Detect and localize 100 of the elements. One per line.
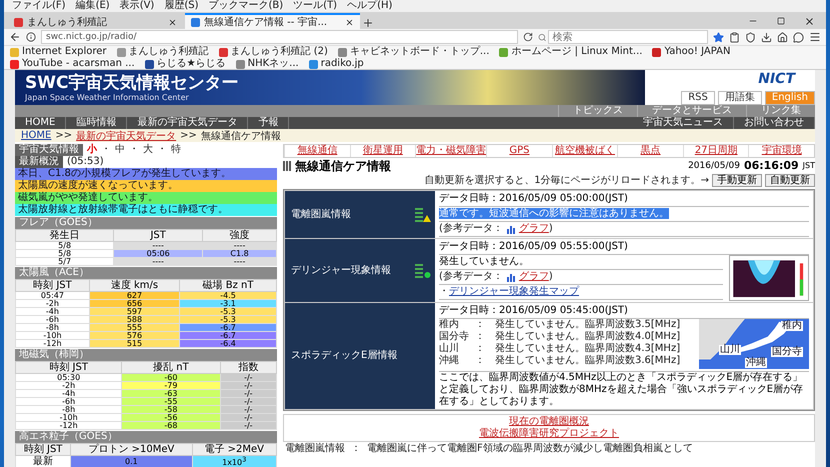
bullet-text: ・	[439, 286, 449, 298]
column-header: 擾乱 nT	[122, 362, 220, 374]
search-field[interactable]: 検索	[548, 30, 708, 44]
font-size-link[interactable]: 中	[115, 144, 125, 156]
column-header: 時刻 JST	[16, 362, 122, 374]
bookmark-link[interactable]: ホームページ | Linux Mint...	[511, 46, 642, 58]
font-size-link[interactable]: 小	[87, 144, 97, 156]
separator-text: ・	[157, 144, 167, 156]
reload-button[interactable]	[523, 32, 533, 42]
bookmark-link[interactable]: キャビネットボード・トップ...	[350, 46, 490, 58]
category-link[interactable]: 衛星運用	[350, 145, 416, 157]
site-logo: NICT	[758, 71, 797, 87]
font-size-link[interactable]: 特	[171, 144, 181, 156]
favicon-icon	[116, 48, 126, 56]
search-icon[interactable]	[538, 32, 546, 42]
alert-message: 本日、C1.8の小規模フレアが発生しています。	[15, 168, 277, 180]
clipboard-icon[interactable]	[729, 32, 740, 42]
close-icon[interactable]	[804, 16, 814, 26]
update-button[interactable]: 自動更新	[765, 174, 815, 187]
related-link[interactable]: 電波伝搬障害研究プロジェクト	[479, 428, 619, 440]
column-header: プロトン >10MeV	[70, 444, 192, 456]
category-link[interactable]: 黒点	[617, 145, 683, 157]
menu-item[interactable]: 表示(V)	[116, 0, 158, 12]
chat-icon[interactable]	[793, 32, 804, 42]
close-icon[interactable]	[168, 18, 177, 26]
map-label: 国分寺	[771, 347, 803, 357]
favicon-icon	[308, 60, 318, 68]
font-size-link[interactable]: 大	[143, 144, 153, 156]
breadcrumb-link[interactable]: HOME	[21, 130, 52, 141]
bookmark-link[interactable]: まんしゅう利殖記	[128, 46, 209, 58]
category-link[interactable]: GPS	[486, 145, 552, 157]
bookmark-link[interactable]: NHKネッ...	[248, 58, 299, 70]
auto-update-note: 自動更新を選択すると、1分毎にページがリロードされます。→	[424, 174, 709, 186]
menu-item[interactable]: ツール(T)	[289, 0, 342, 12]
bookmark-link[interactable]: らじる★らじる	[156, 58, 226, 70]
favicon-icon	[652, 48, 662, 56]
bookmark-link[interactable]: Yahoo! JAPAN	[664, 46, 730, 58]
menu-item[interactable]: ファイル(F)	[8, 0, 70, 12]
info-icon[interactable]	[26, 32, 36, 42]
home-icon[interactable]	[777, 32, 788, 42]
column-header: 速度 km/s	[89, 280, 180, 292]
header-link[interactable]: 用語集	[718, 91, 762, 105]
table-cell: 1x10$^{3}$	[192, 456, 276, 467]
breadcrumb-current: 無線通信ケア情報	[200, 130, 281, 142]
menu-item[interactable]: 編集(E)	[72, 0, 114, 12]
update-time: 06:16:09	[744, 160, 799, 172]
favicon-icon	[144, 60, 154, 68]
category-link[interactable]: 27日周期	[682, 145, 748, 157]
bookmark-link[interactable]: まんしゅう利殖記 (2)	[230, 46, 328, 58]
alert-message: 太陽風の速度が速くなっています。	[15, 180, 277, 192]
station-status: ： 発生していません。臨界周波数3.5[MHz]	[475, 319, 680, 330]
station-status: ： 発生していません。臨界周波数4.0[MHz]	[475, 331, 680, 342]
menu-item[interactable]: 履歴(S)	[160, 0, 202, 12]
menu-item[interactable]: ブックマーク(B)	[204, 0, 288, 12]
separator-text: ・	[129, 144, 139, 156]
maximize-icon[interactable]	[777, 17, 785, 25]
column-header: 発生日	[16, 230, 114, 242]
bookmark-link[interactable]: radiko.jp	[320, 58, 364, 70]
related-link[interactable]: 現在の電離圏概況	[509, 416, 589, 428]
data-timestamp: データ日時：2016/05/09 05:00:00(JST)	[439, 192, 809, 207]
graph-link[interactable]: グラフ	[518, 223, 549, 235]
bookmark-link[interactable]: YouTube - acarsman ...	[22, 58, 135, 70]
bracket-text: )	[548, 223, 553, 235]
footnote-term: 電離圏嵐情報	[285, 443, 345, 454]
favicon-icon	[338, 48, 347, 56]
download-icon[interactable]	[761, 32, 772, 42]
breadcrumb-separator: >>	[180, 130, 197, 141]
breadcrumb-link[interactable]: 最新の宇宙天気データ	[76, 128, 176, 142]
header-link[interactable]: RSS	[681, 91, 715, 105]
footnote-text: 電離圏嵐に伴って電離圏F領域の臨界周波数が減少し電離圏負相嵐として	[367, 443, 693, 454]
category-link[interactable]: 航空機被ばく	[552, 145, 618, 157]
station-name: 沖縄	[439, 355, 460, 367]
map-link[interactable]: デリンジャー現象発生マップ	[449, 286, 579, 298]
address-field[interactable]: swc.nict.go.jp/radio/	[41, 30, 518, 44]
column-header: 指数	[220, 362, 276, 374]
menu-icon[interactable]	[809, 31, 821, 43]
star-icon[interactable]	[713, 32, 724, 42]
page-title: 無線通信ケア情報	[295, 160, 391, 172]
table-heading: 地磁気（柿岡）	[15, 349, 277, 361]
close-icon[interactable]	[345, 18, 354, 26]
column-header: 時刻 JST	[16, 280, 90, 292]
category-link[interactable]: 宇宙環境	[748, 145, 814, 157]
table-heading: 高エネ粒子（GOES）	[15, 431, 277, 443]
category-link[interactable]: 電力・磁気障害	[415, 145, 486, 157]
back-button[interactable]	[9, 31, 21, 43]
reference-label: (参考データ：	[439, 223, 503, 235]
site-title: SWC宇宙天気情報センター	[25, 73, 240, 93]
update-button[interactable]: 手動更新	[712, 174, 762, 187]
shield-icon[interactable]	[745, 32, 756, 42]
new-tab-button[interactable]	[362, 17, 374, 29]
browser-tab[interactable]: 無線通信ケア情報 -- 宇宙...	[185, 13, 360, 29]
bookmark-link[interactable]: Internet Explorer	[22, 46, 107, 58]
map-label: 稚内	[781, 321, 803, 331]
category-link[interactable]: 無線通信	[284, 145, 350, 157]
graph-link[interactable]: グラフ	[518, 271, 549, 283]
bar-chart-icon	[506, 272, 516, 282]
separator-text: ・	[101, 144, 111, 156]
map-label: 山川	[719, 345, 741, 355]
grip-icon	[283, 161, 291, 171]
browser-tab[interactable]: まんしゅう利殖記	[8, 13, 183, 29]
